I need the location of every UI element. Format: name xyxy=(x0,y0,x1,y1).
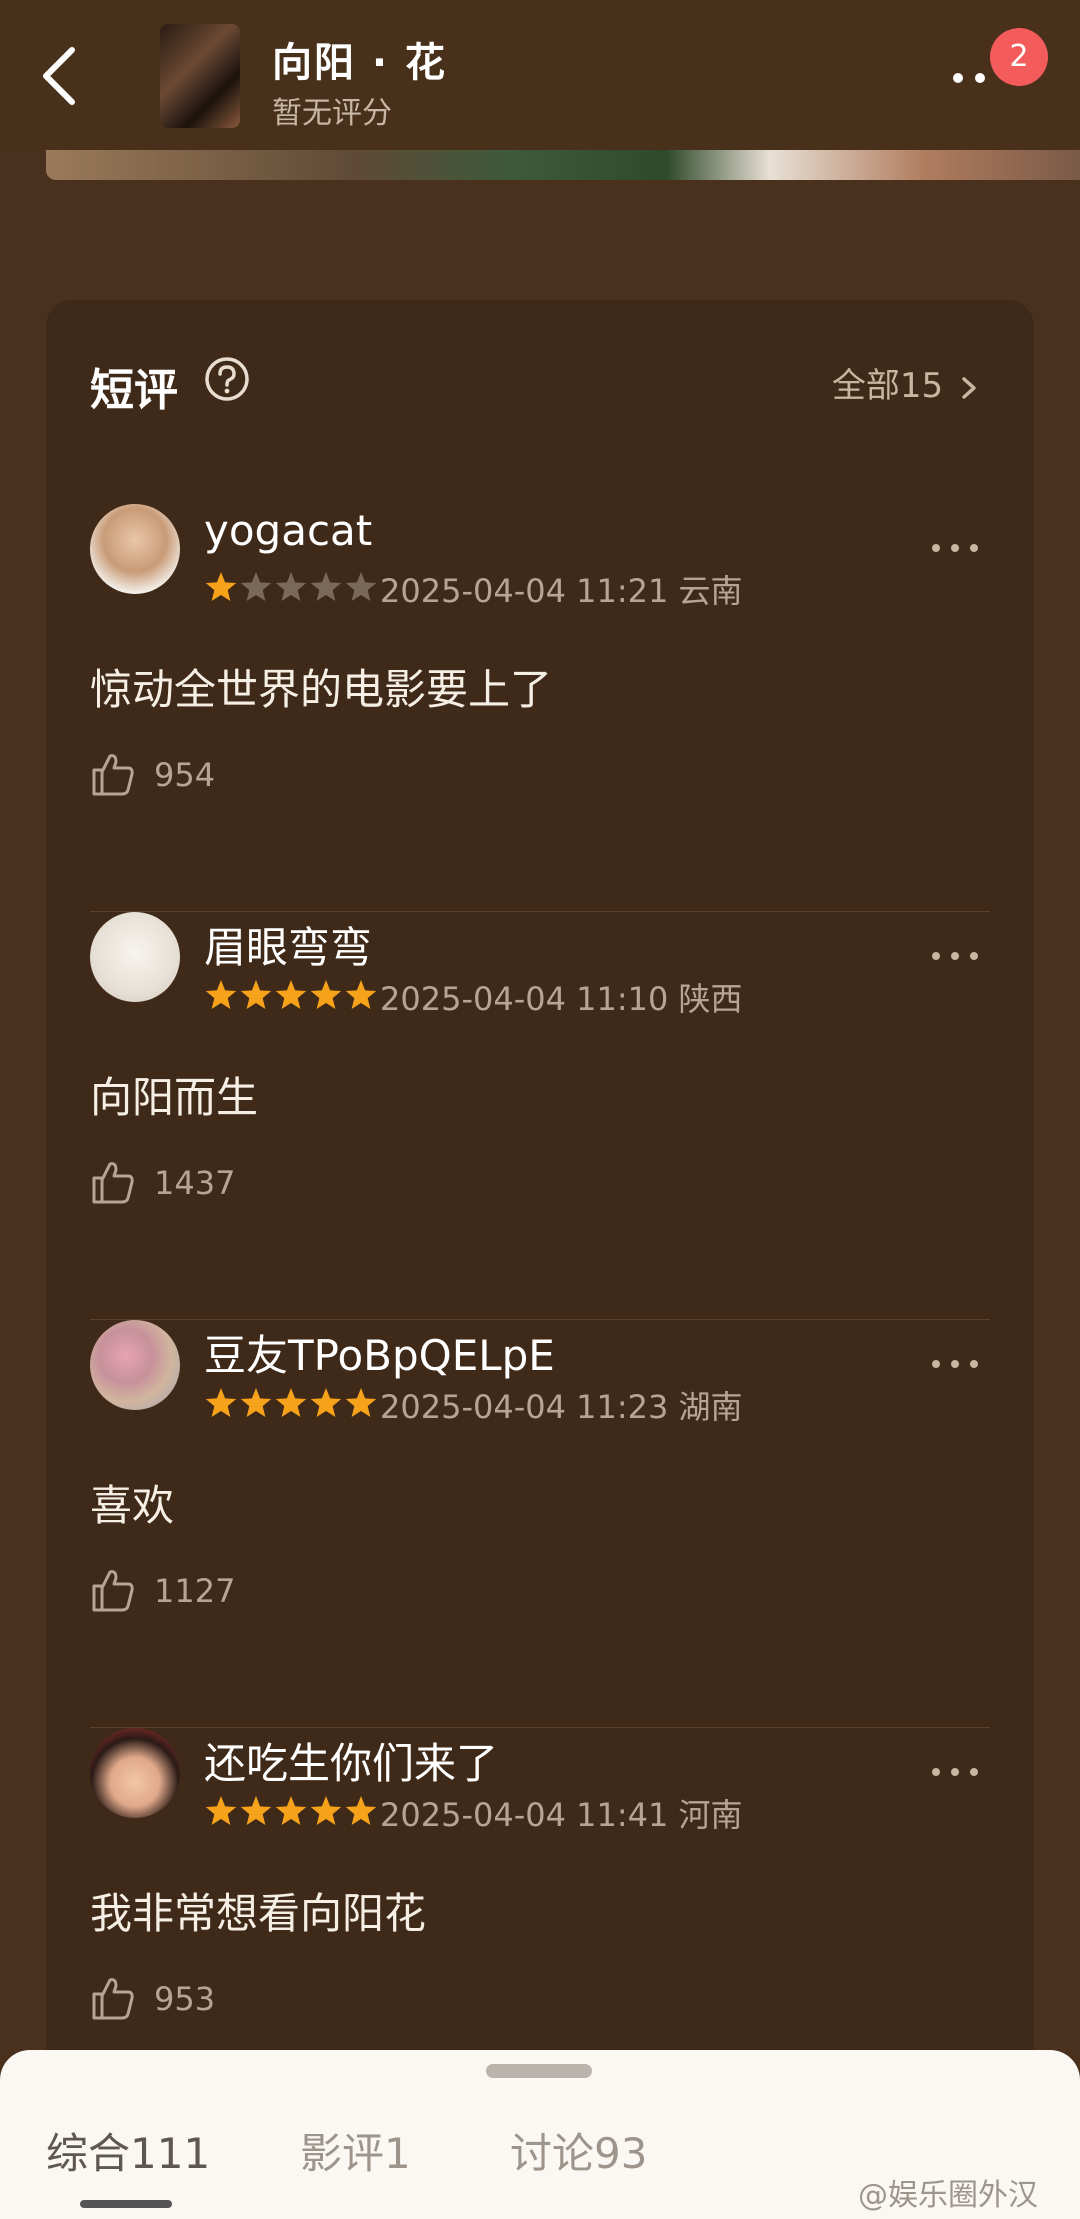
review-location: 河南 xyxy=(678,1796,743,1834)
star-empty-icon xyxy=(345,572,377,601)
star-filled-icon xyxy=(275,1388,307,1417)
chevron-right-icon xyxy=(962,376,976,399)
review-more-button[interactable] xyxy=(930,1356,980,1372)
review-more-button[interactable] xyxy=(930,540,980,556)
star-filled-icon xyxy=(275,1796,307,1825)
star-filled-icon xyxy=(240,980,272,1009)
star-filled-icon xyxy=(345,1796,377,1825)
avatar[interactable] xyxy=(90,1320,180,1410)
avatar[interactable] xyxy=(90,504,180,594)
review-location: 云南 xyxy=(678,572,743,610)
top-bar: 向阳 · 花 暂无评分 2 xyxy=(0,0,1080,150)
tab-reviews[interactable]: 影评1 xyxy=(300,2120,411,2181)
review-content: 喜欢 xyxy=(90,1481,175,1530)
star-filled-icon xyxy=(240,1388,272,1417)
star-rating xyxy=(205,1796,377,1825)
like-count: 1127 xyxy=(154,1572,236,1610)
review-date: 2025-04-04 11:23 xyxy=(380,1388,669,1426)
star-filled-icon xyxy=(345,1388,377,1417)
view-all-link[interactable]: 全部15 xyxy=(832,358,982,407)
star-empty-icon xyxy=(240,572,272,601)
review-location: 湖南 xyxy=(678,1388,743,1426)
review-date: 2025-04-04 11:10 xyxy=(380,980,669,1018)
movie-rating-status: 暂无评分 xyxy=(272,96,392,131)
avatar[interactable] xyxy=(90,1728,180,1818)
star-filled-icon xyxy=(310,980,342,1009)
tab-overview[interactable]: 综合111 xyxy=(46,2120,210,2181)
review-content: 向阳而生 xyxy=(90,1073,259,1122)
photo-strip[interactable] xyxy=(46,150,1080,180)
star-rating xyxy=(205,980,377,1009)
star-filled-icon xyxy=(345,980,377,1009)
thumbs-up-icon xyxy=(92,1570,134,1612)
thumbs-up-icon xyxy=(92,1162,134,1204)
review-more-button[interactable] xyxy=(930,948,980,964)
help-icon[interactable] xyxy=(204,356,250,402)
active-tab-indicator xyxy=(80,2200,172,2208)
short-reviews-card: 短评 全部15 yogacat 2025-04-04 11:21 云南 惊动全世… xyxy=(46,300,1034,2100)
section-title: 短评 xyxy=(90,365,178,416)
review-meta: 2025-04-04 11:41 河南 xyxy=(380,1790,743,1836)
star-rating xyxy=(205,572,377,601)
chevron-left-icon xyxy=(43,47,75,105)
review-username[interactable]: 眉眼弯弯 xyxy=(204,914,372,975)
star-filled-icon xyxy=(240,1796,272,1825)
review-meta: 2025-04-04 11:23 湖南 xyxy=(380,1382,743,1428)
like-count: 953 xyxy=(154,1980,216,2018)
avatar[interactable] xyxy=(90,912,180,1002)
review-location: 陕西 xyxy=(678,980,743,1018)
star-filled-icon xyxy=(275,980,307,1009)
review-item: 眉眼弯弯 2025-04-04 11:10 陕西 向阳而生 1437 xyxy=(90,912,990,1320)
review-meta: 2025-04-04 11:21 云南 xyxy=(380,566,743,612)
review-more-button[interactable] xyxy=(930,1764,980,1780)
review-item: 豆友TPoBpQELpE 2025-04-04 11:23 湖南 喜欢 1127 xyxy=(90,1320,990,1728)
watermark: @娱乐圈外汉 xyxy=(858,2178,1038,2213)
tab-discussions[interactable]: 讨论93 xyxy=(510,2120,647,2181)
like-count: 1437 xyxy=(154,1164,236,1202)
star-empty-icon xyxy=(310,572,342,601)
back-button[interactable] xyxy=(36,36,96,116)
view-all-label: 全部15 xyxy=(831,366,944,406)
movie-poster[interactable] xyxy=(160,24,240,128)
star-filled-icon xyxy=(205,1796,237,1825)
star-filled-icon xyxy=(205,1388,237,1417)
review-username[interactable]: 豆友TPoBpQELpE xyxy=(204,1322,555,1383)
star-filled-icon xyxy=(310,1388,342,1417)
star-empty-icon xyxy=(275,572,307,601)
review-content: 惊动全世界的电影要上了 xyxy=(90,665,553,714)
notification-badge[interactable]: 2 xyxy=(990,28,1048,86)
star-filled-icon xyxy=(205,980,237,1009)
thumbs-up-icon xyxy=(92,754,134,796)
star-filled-icon xyxy=(205,572,237,601)
drag-handle[interactable] xyxy=(486,2064,592,2078)
review-meta: 2025-04-04 11:10 陕西 xyxy=(380,974,743,1020)
review-content: 我非常想看向阳花 xyxy=(90,1889,427,1938)
thumbs-up-icon xyxy=(92,1978,134,2020)
movie-title: 向阳 · 花 xyxy=(272,40,448,86)
review-date: 2025-04-04 11:41 xyxy=(380,1796,669,1834)
review-item: yogacat 2025-04-04 11:21 云南 惊动全世界的电影要上了 … xyxy=(90,504,990,912)
star-rating xyxy=(205,1388,377,1417)
review-username[interactable]: yogacat xyxy=(204,506,372,555)
review-date: 2025-04-04 11:21 xyxy=(380,572,669,610)
star-filled-icon xyxy=(310,1796,342,1825)
review-username[interactable]: 还吃生你们来了 xyxy=(204,1730,498,1791)
like-count: 954 xyxy=(154,756,216,794)
